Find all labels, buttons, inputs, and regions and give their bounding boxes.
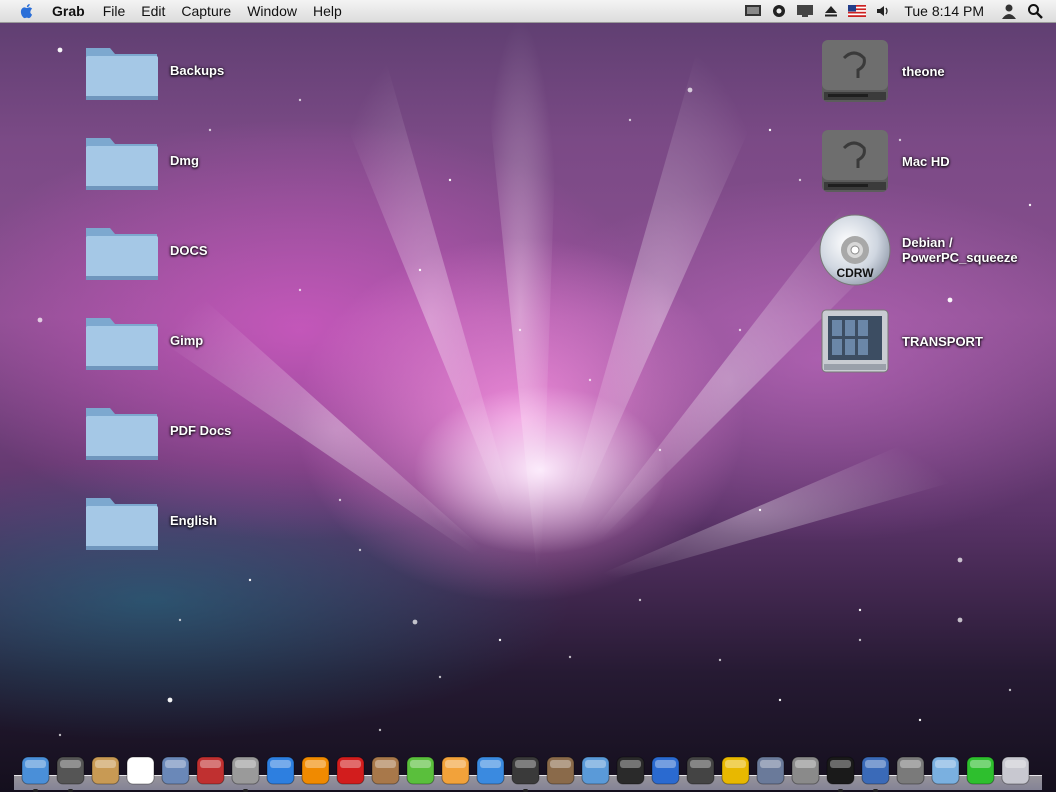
menu-file[interactable]: File bbox=[95, 0, 134, 22]
display-icon[interactable] bbox=[740, 0, 766, 22]
hard-drive-icon bbox=[822, 130, 888, 192]
user-icon[interactable] bbox=[996, 0, 1022, 22]
itunes-icon[interactable] bbox=[265, 755, 296, 786]
desktop-folder-gimp[interactable]: Gimp bbox=[84, 308, 203, 372]
menu-clock[interactable]: Tue 8:14 PM bbox=[896, 0, 996, 22]
home-sync-icon[interactable] bbox=[650, 755, 681, 786]
menu-help[interactable]: Help bbox=[305, 0, 350, 22]
desktop-folder-dmg[interactable]: Dmg bbox=[84, 128, 199, 192]
volume-label: theone bbox=[902, 63, 945, 79]
cdrw-disc-icon: CDRW bbox=[819, 214, 891, 286]
pages-icon[interactable] bbox=[440, 755, 471, 786]
apple-menu-icon[interactable] bbox=[18, 2, 36, 20]
address-book-icon[interactable] bbox=[90, 755, 121, 786]
imovie-icon[interactable] bbox=[615, 755, 646, 786]
finder-icon[interactable] bbox=[20, 755, 51, 792]
menu-capture[interactable]: Capture bbox=[173, 0, 239, 22]
running-indicator bbox=[243, 788, 248, 792]
desktop-wallpaper bbox=[0, 0, 1056, 792]
folder-label: Dmg bbox=[170, 152, 199, 168]
menu-window[interactable]: Window bbox=[239, 0, 305, 22]
desktop-folder-docs[interactable]: DOCS bbox=[84, 218, 208, 282]
scissors-icon[interactable] bbox=[195, 755, 226, 786]
menu-edit[interactable]: Edit bbox=[133, 0, 173, 22]
folder-label: English bbox=[170, 512, 217, 528]
radiation-icon[interactable] bbox=[720, 755, 751, 786]
iphoto-icon[interactable] bbox=[160, 755, 191, 786]
dashboard-icon[interactable] bbox=[55, 755, 86, 792]
volume-label: TRANSPORT bbox=[902, 333, 983, 349]
desktop-volume-mac-hd[interactable]: Mac HD bbox=[818, 126, 950, 196]
folder-icon bbox=[86, 48, 158, 100]
menu-extras: Tue 8:14 PM bbox=[740, 0, 1056, 22]
desktop-folder-pdf-docs[interactable]: PDF Docs bbox=[84, 398, 231, 462]
running-indicator bbox=[523, 788, 528, 792]
downloads-icon[interactable] bbox=[965, 755, 996, 786]
spotlight-search-icon[interactable] bbox=[1022, 0, 1048, 22]
xcode-icon[interactable] bbox=[755, 755, 786, 786]
desktop-volume-debian-cdrw[interactable]: CDRW Debian / PowerPC_squeeze bbox=[818, 214, 1018, 286]
dock bbox=[0, 748, 1056, 792]
system-preferences-icon[interactable] bbox=[895, 755, 926, 786]
external-drive-icon bbox=[821, 309, 889, 373]
running-indicator bbox=[68, 788, 73, 792]
folder-label: DOCS bbox=[170, 242, 208, 258]
volume-label: Debian / PowerPC_squeeze bbox=[902, 235, 1018, 265]
grab-icon[interactable] bbox=[230, 755, 261, 792]
screen-icon[interactable] bbox=[792, 0, 818, 22]
hard-drive-icon bbox=[822, 40, 888, 102]
folder-icon bbox=[86, 408, 158, 460]
gear-icon[interactable] bbox=[766, 0, 792, 22]
folder-icon bbox=[86, 498, 158, 550]
disc-text: CDRW bbox=[836, 266, 874, 280]
folder-stack-icon[interactable] bbox=[930, 755, 961, 786]
desktop-folder-english[interactable]: English bbox=[84, 488, 217, 552]
volume-icon[interactable] bbox=[870, 0, 896, 22]
aurora-rays bbox=[37, 20, 1032, 737]
desktop-volume-theone[interactable]: theone bbox=[818, 36, 945, 106]
split-view-icon[interactable] bbox=[860, 755, 891, 792]
trash-icon[interactable] bbox=[1000, 755, 1031, 786]
ical-icon[interactable] bbox=[125, 755, 156, 786]
acrobat-icon[interactable] bbox=[335, 755, 366, 786]
folder-label: Gimp bbox=[170, 332, 204, 348]
folder-label: PDF Docs bbox=[170, 422, 232, 438]
app-menu-grab[interactable]: Grab bbox=[44, 3, 95, 19]
lime-icon[interactable] bbox=[405, 755, 436, 786]
running-indicator bbox=[873, 788, 878, 792]
folder-icon bbox=[86, 138, 158, 190]
folder-label: Backups bbox=[170, 62, 225, 78]
menu-bar: Grab File Edit Capture Window Help Tue 8… bbox=[0, 0, 1056, 23]
running-indicator bbox=[33, 788, 38, 792]
folder-icon bbox=[86, 318, 158, 370]
vlc-icon[interactable] bbox=[300, 755, 331, 786]
photo-viewer-icon[interactable] bbox=[580, 755, 611, 786]
keynote-icon[interactable] bbox=[475, 755, 506, 786]
desktop-volume-transport[interactable]: TRANSPORT bbox=[818, 306, 983, 376]
running-indicator bbox=[838, 788, 843, 792]
image-editor-icon[interactable] bbox=[545, 755, 576, 786]
volume-label: Mac HD bbox=[902, 153, 950, 169]
disk-utility-icon[interactable] bbox=[790, 755, 821, 786]
eject-icon[interactable] bbox=[818, 0, 844, 22]
drive-utility-icon[interactable] bbox=[685, 755, 716, 786]
folder-icon bbox=[86, 228, 158, 280]
desktop-folder-backups[interactable]: Backups bbox=[84, 38, 224, 102]
photo-booth-icon[interactable] bbox=[510, 755, 541, 792]
terminal-icon[interactable] bbox=[825, 755, 856, 792]
us-flag-icon[interactable] bbox=[844, 0, 870, 22]
dock-icons bbox=[18, 752, 1033, 792]
preview-icon[interactable] bbox=[370, 755, 401, 786]
